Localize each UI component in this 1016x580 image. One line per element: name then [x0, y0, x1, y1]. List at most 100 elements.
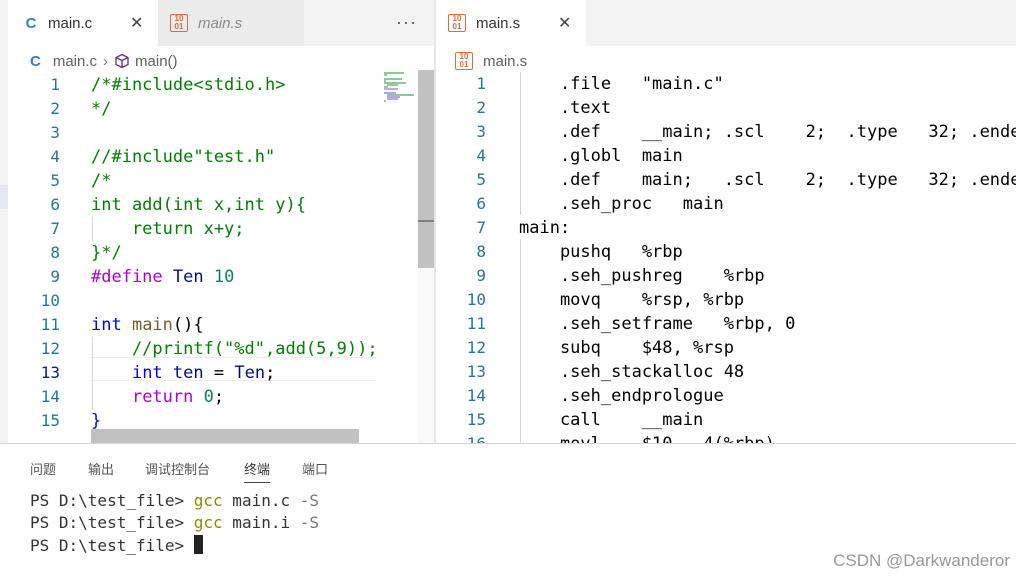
code-line: //#include"test.h": [91, 147, 276, 167]
close-icon[interactable]: ✕: [558, 13, 571, 33]
watermark: CSDN @Darkwanderor: [833, 551, 1010, 570]
minimap[interactable]: [378, 70, 418, 443]
line-number: 12: [40, 339, 60, 358]
code-line: int add(int x,int y){: [91, 195, 306, 215]
code-line: .def main; .scl 2; .type 32; .endef: [519, 170, 1016, 190]
right-code-area[interactable]: 1 .file "main.c" 2 .text 3 .def __main; …: [436, 72, 1016, 443]
code-line: return 0;: [131, 387, 225, 407]
line-number: 6: [50, 195, 60, 214]
code-line: .def __main; .scl 2; .type 32; .endef: [519, 122, 1016, 142]
terminal-line: PS D:\test_file>: [30, 535, 203, 555]
code-line: call __main: [519, 410, 704, 430]
line-number: 5: [50, 171, 60, 190]
code-line: return x+y;: [91, 219, 245, 239]
tab-terminal[interactable]: 终端: [244, 459, 271, 483]
terminal-cursor: [193, 535, 203, 554]
line-number: 5: [476, 170, 486, 189]
line-number: 7: [476, 218, 486, 237]
minimap-preview: [384, 72, 414, 102]
line-number: 4: [476, 146, 486, 165]
chevron-right-icon: ›: [103, 52, 109, 70]
activity-strip: [0, 0, 8, 443]
c-file-icon: C: [30, 52, 41, 70]
code-line: .seh_setframe %rbp, 0: [519, 314, 796, 334]
tab-output[interactable]: 输出: [88, 459, 114, 478]
tab-ports[interactable]: 端口: [302, 459, 328, 478]
line-number: 7: [50, 219, 60, 238]
line-number: 11: [40, 315, 60, 334]
asm-file-icon: 10 01: [170, 14, 188, 32]
scrollbar-thumb[interactable]: [418, 70, 434, 268]
c-file-icon: C: [25, 14, 37, 32]
close-icon[interactable]: ✕: [130, 13, 143, 33]
code-line: movq %rsp, %rbp: [519, 290, 745, 310]
line-number: 10: [466, 290, 486, 309]
line-number: 13: [40, 363, 60, 382]
line-number: 1: [50, 75, 60, 94]
line-number: 9: [476, 266, 486, 285]
more-actions-icon[interactable]: ···: [396, 12, 417, 33]
line-number: 14: [40, 387, 60, 406]
line-number: 13: [466, 362, 486, 381]
tab-label: main.s: [476, 14, 521, 32]
breadcrumb-right: 10 01 main.s: [455, 47, 527, 75]
code-line: .seh_stackalloc 48: [519, 362, 745, 382]
line-number: 1: [476, 74, 486, 93]
tab-label: main.c: [48, 14, 93, 32]
terminal-line: PS D:\test_file> gcc main.c -S: [30, 491, 319, 510]
line-number: 14: [466, 386, 486, 405]
code-line: int main(){: [91, 315, 204, 335]
code-line: .seh_pushreg %rbp: [519, 266, 765, 286]
code-line: /*: [91, 171, 112, 191]
code-line: movl $10, -4(%rbp): [519, 432, 775, 443]
code-line: pushq %rbp: [519, 242, 683, 262]
tab-main-s-right[interactable]: 10 01 main.s ✕: [436, 0, 586, 46]
code-line: .globl main: [519, 146, 683, 166]
code-line: subq $48, %rsp: [519, 338, 734, 358]
cube-icon: [115, 53, 129, 69]
code-line: //printf("%d",add(5,9));: [91, 339, 378, 359]
asm-file-icon: 10 01: [448, 14, 466, 32]
tab-main-s[interactable]: 10 01 main.s: [158, 0, 304, 46]
line-number: 9: [50, 267, 60, 286]
code-line: #define Ten 10: [91, 267, 235, 287]
code-line: main:: [519, 218, 571, 238]
activity-indicator: [0, 185, 8, 209]
code-line: .seh_endprologue: [519, 386, 724, 406]
code-line: .text: [519, 98, 612, 118]
tab-debug-console[interactable]: 调试控制台: [145, 459, 210, 478]
tab-label: main.s: [198, 14, 243, 32]
code-line: .seh_proc main: [519, 194, 724, 214]
line-number: 2: [476, 98, 486, 117]
line-number: 11: [466, 314, 486, 333]
breadcrumb-symbol[interactable]: main(): [135, 53, 178, 70]
code-line: }*/: [91, 243, 122, 263]
terminal-line: PS D:\test_file> gcc main.i -S: [30, 513, 319, 532]
asm-file-icon: 10 01: [455, 52, 473, 70]
breadcrumb-file[interactable]: main.c: [53, 53, 97, 70]
line-number: 3: [476, 122, 486, 141]
breadcrumb: C main.c › main(): [30, 47, 178, 75]
code-line: /*#include<stdio.h>: [91, 75, 286, 95]
left-tab-bar: C main.c ✕ 10 01 main.s ···: [8, 0, 434, 46]
line-number: 15: [40, 411, 60, 430]
breadcrumb-file[interactable]: main.s: [483, 53, 527, 70]
line-number: 10: [40, 291, 60, 310]
line-number: 15: [466, 410, 486, 429]
line-number: 16: [456, 432, 486, 443]
line-number: 8: [476, 242, 486, 261]
code-line: int ten = Ten;: [131, 363, 276, 383]
code-line: */: [91, 99, 112, 119]
tab-main-c[interactable]: C main.c ✕: [8, 0, 158, 46]
vertical-scrollbar[interactable]: [418, 70, 434, 443]
right-tab-bar: 10 01 main.s ✕: [436, 0, 1016, 46]
horizontal-scrollbar[interactable]: [91, 429, 359, 443]
line-number: 2: [50, 99, 60, 118]
code-line: .file "main.c": [519, 74, 724, 94]
line-number: 4: [50, 147, 60, 166]
line-number: 6: [476, 194, 486, 213]
line-number: 8: [50, 243, 60, 262]
line-number: 3: [50, 123, 60, 142]
line-number: 12: [466, 338, 486, 357]
tab-problems[interactable]: 问题: [30, 459, 56, 478]
